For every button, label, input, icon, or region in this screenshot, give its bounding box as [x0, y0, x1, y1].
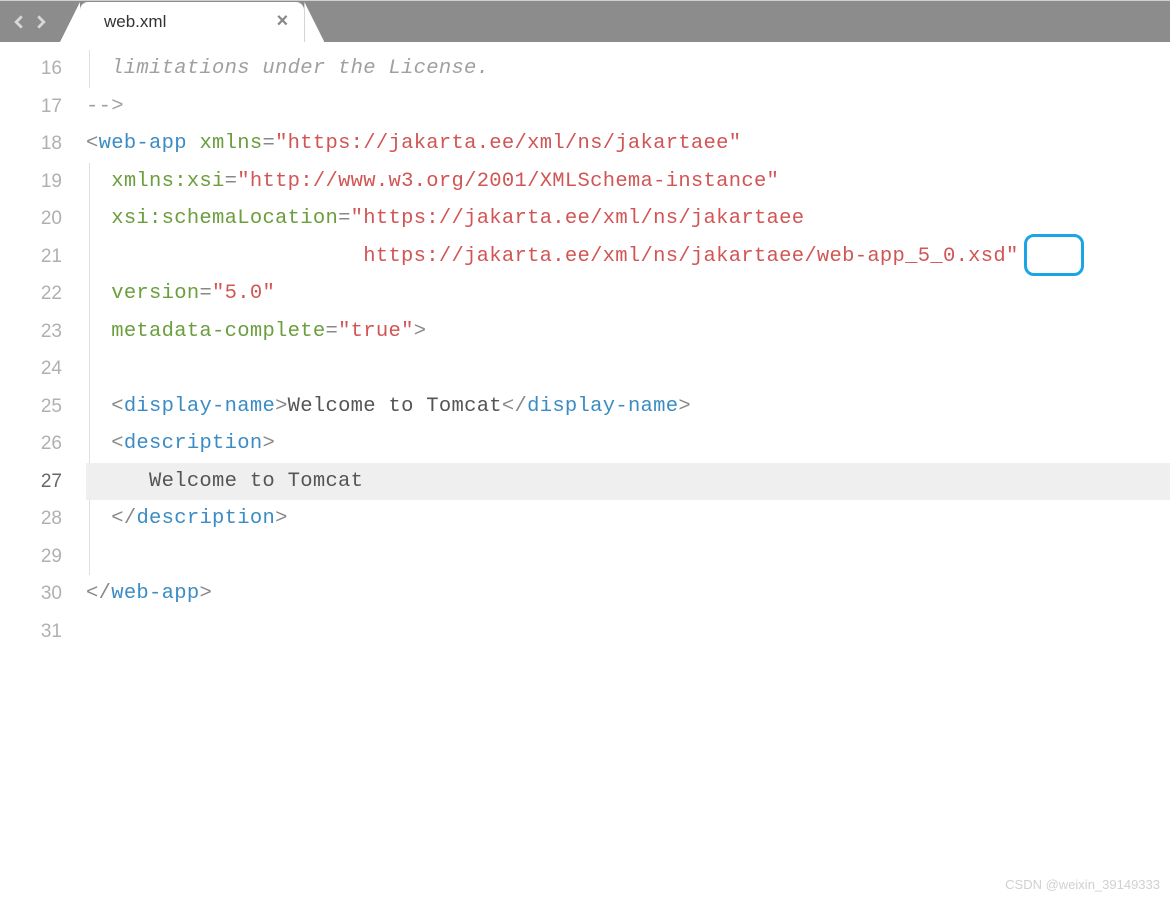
attr-version: version: [111, 282, 199, 305]
line-number: 17: [0, 88, 86, 126]
attr-xmlns: xmlns: [199, 132, 262, 155]
code-line: <web-app xmlns="https://jakarta.ee/xml/n…: [86, 125, 1170, 163]
tab-close-icon[interactable]: ×: [276, 11, 288, 34]
code-line: [86, 350, 1170, 388]
tab-active[interactable]: web.xml ×: [80, 2, 304, 42]
code-line-active: Welcome to Tomcat: [86, 463, 1170, 501]
nav-forward-icon[interactable]: [30, 11, 52, 33]
line-number: 20: [0, 200, 86, 238]
attr-value: .xsd: [956, 245, 1006, 268]
code-line: limitations under the License.: [86, 50, 1170, 88]
code-line: metadata-complete="true">: [86, 313, 1170, 351]
tab-bar: web.xml ×: [0, 0, 1170, 42]
description-text: Welcome to Tomcat: [86, 470, 363, 493]
comment-text: limitations under the License.: [86, 57, 489, 80]
tag-web-app-close: web-app: [111, 582, 199, 605]
highlight-box: [1024, 234, 1084, 276]
tag-display-name: display-name: [124, 395, 275, 418]
line-number-gutter: 16 17 18 19 20 21 22 23 24 25 26 27 28 2…: [0, 42, 86, 898]
code-line: version="5.0": [86, 275, 1170, 313]
attr-value: https://jakarta.ee/xml/ns/jakartaee/web-…: [86, 245, 905, 268]
attr-metadata-complete: metadata-complete: [111, 320, 325, 343]
watermark: CSDN @weixin_39149333: [1005, 877, 1160, 892]
code-line: https://jakarta.ee/xml/ns/jakartaee/web-…: [86, 238, 1170, 276]
attr-value: 5.0: [225, 282, 263, 305]
tag-description: description: [124, 432, 263, 455]
code-line: xmlns:xsi="http://www.w3.org/2001/XMLSch…: [86, 163, 1170, 201]
code-line: </description>: [86, 500, 1170, 538]
line-number: 22: [0, 275, 86, 313]
attr-value: https://jakarta.ee/xml/ns/jakartaee: [288, 132, 729, 155]
code-line: <description>: [86, 425, 1170, 463]
tag-web-app: web-app: [99, 132, 187, 155]
attr-value: http://www.w3.org/2001/XMLSchema-instanc…: [250, 170, 767, 193]
line-number: 21: [0, 238, 86, 276]
code-line: -->: [86, 88, 1170, 126]
attr-value: true: [351, 320, 401, 343]
code-line: [86, 538, 1170, 576]
nav-back-icon[interactable]: [8, 11, 30, 33]
line-number: 18: [0, 125, 86, 163]
line-number: 23: [0, 313, 86, 351]
line-number: 29: [0, 538, 86, 576]
code-line: <display-name>Welcome to Tomcat</display…: [86, 388, 1170, 426]
editor: 16 17 18 19 20 21 22 23 24 25 26 27 28 2…: [0, 42, 1170, 898]
code-line: </web-app>: [86, 575, 1170, 613]
nav-arrows: [0, 1, 60, 42]
line-number: 28: [0, 500, 86, 538]
line-number: 27: [0, 463, 86, 501]
tag-display-name-close: display-name: [527, 395, 678, 418]
code-line: [86, 613, 1170, 651]
line-number: 30: [0, 575, 86, 613]
comment-close: -->: [86, 95, 124, 118]
attr-value-highlighted: _5_0: [905, 245, 955, 268]
attr-schema-location: xsi:schemaLocation: [111, 207, 338, 230]
tab-title: web.xml: [104, 12, 166, 32]
tag-description-close: description: [136, 507, 275, 530]
line-number: 25: [0, 388, 86, 426]
line-number: 26: [0, 425, 86, 463]
attr-value: https://jakarta.ee/xml/ns/jakartaee: [363, 207, 804, 230]
line-number: 24: [0, 350, 86, 388]
display-name-text: Welcome to Tomcat: [288, 395, 502, 418]
line-number: 31: [0, 613, 86, 651]
attr-xmlns-xsi: xmlns:xsi: [111, 170, 224, 193]
code-area[interactable]: limitations under the License. --> <web-…: [86, 42, 1170, 898]
code-line: xsi:schemaLocation="https://jakarta.ee/x…: [86, 200, 1170, 238]
line-number: 19: [0, 163, 86, 201]
line-number: 16: [0, 50, 86, 88]
